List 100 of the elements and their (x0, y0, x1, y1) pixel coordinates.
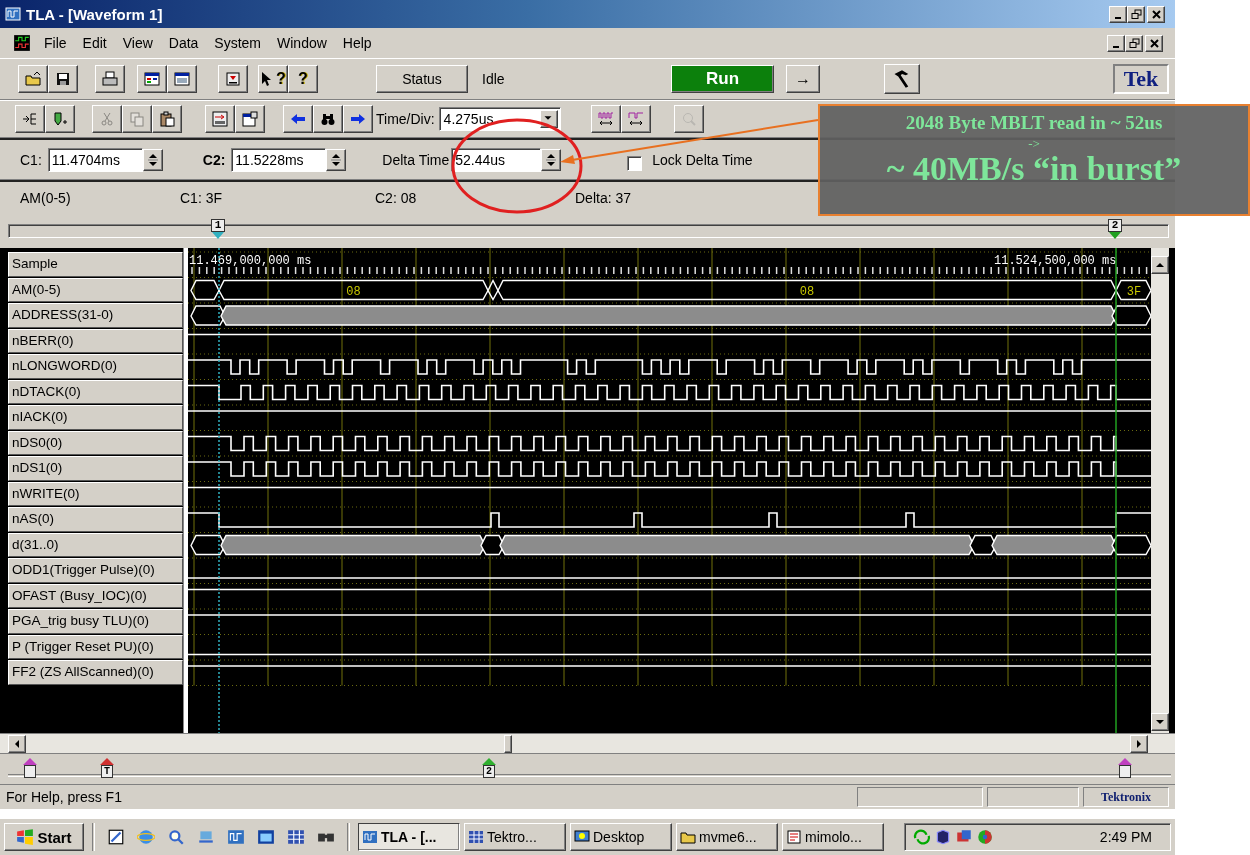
next-button[interactable] (343, 105, 373, 133)
signal-label[interactable]: nAS(0) (8, 507, 183, 532)
menu-item[interactable]: Help (334, 33, 380, 53)
minimize-button[interactable] (1107, 34, 1125, 52)
signal-label[interactable]: nDTACK(0) (8, 379, 183, 404)
signal-label[interactable]: d(31..0) (8, 532, 183, 557)
signal-label[interactable]: nDS1(0) (8, 456, 183, 481)
taskbar-button[interactable]: mimolo... (782, 823, 884, 851)
probe-icon (52, 111, 68, 127)
signal-label[interactable]: nWRITE(0) (8, 481, 183, 506)
signal-label[interactable]: AM(0-5) (8, 277, 183, 302)
previous-button[interactable] (283, 105, 313, 133)
signal-label[interactable]: PGA_trig busy TLU)(0) (8, 609, 183, 634)
menu-item[interactable]: View (114, 33, 161, 53)
annotation-text: ~ 40MB/s “in burst” (886, 150, 1182, 188)
close-button[interactable] (1145, 34, 1163, 52)
context-help-button[interactable]: ? (258, 65, 288, 93)
scroll-thumb[interactable] (504, 734, 512, 753)
print-button[interactable] (95, 65, 125, 93)
start-button[interactable]: Start (4, 823, 84, 851)
new-window-button[interactable] (167, 65, 197, 93)
scroll-up-button[interactable] (1151, 256, 1169, 274)
taskbar-button[interactable]: mvme6... (676, 823, 778, 851)
scroll-down-button[interactable] (1151, 713, 1169, 731)
readout-text: AM(0-5) (20, 190, 71, 206)
scroll-left-button[interactable] (8, 734, 26, 753)
spinner-button[interactable] (326, 148, 347, 171)
time-div-dropdown[interactable]: 4.275us (438, 107, 561, 131)
restore-button[interactable] (1127, 5, 1145, 23)
signal-label[interactable]: FF2 (ZS AllScanned)(0) (8, 660, 183, 685)
branch-icon (22, 111, 38, 127)
signal-label[interactable]: OFAST (Busy_IOC)(0) (8, 583, 183, 608)
status-button[interactable]: Status (376, 65, 468, 93)
zoom-out-button[interactable] (620, 105, 651, 133)
signal-label[interactable]: nDS0(0) (8, 430, 183, 455)
save-button[interactable] (48, 65, 78, 93)
spinner-button[interactable] (541, 148, 562, 171)
sync-icon (913, 828, 931, 846)
minimize-button[interactable] (1109, 5, 1127, 23)
marker[interactable] (1118, 758, 1132, 778)
close-button[interactable] (1147, 5, 1165, 23)
open-button[interactable] (18, 65, 48, 93)
up-down-arrows-icon (545, 151, 558, 168)
run-button[interactable]: Run (671, 65, 774, 93)
paste-button[interactable] (152, 105, 182, 133)
time-div-label: Time/Div: (376, 111, 435, 127)
signal-label[interactable]: ADDRESS(31-0) (8, 303, 183, 328)
import-button[interactable] (218, 65, 248, 93)
magnifier-icon (680, 111, 697, 127)
down-arrow-icon (1155, 717, 1165, 727)
signal-label[interactable]: nIACK(0) (8, 405, 183, 430)
desktop-icon (574, 829, 590, 845)
search-icon (167, 828, 185, 846)
step-button[interactable]: → (786, 65, 820, 93)
signal-label[interactable]: nLONGWORD(0) (8, 354, 183, 379)
help-button[interactable]: ? (288, 65, 318, 93)
time-field[interactable]: 52.44us (451, 147, 542, 172)
bus-value: 3F (1126, 284, 1142, 299)
minimize-icon (1113, 45, 1119, 48)
hammer-button[interactable] (884, 64, 920, 94)
taskbar-button[interactable]: Tektro... (464, 823, 566, 851)
checkbox-label[interactable]: Lock Delta Time (652, 151, 753, 168)
time-field[interactable]: 11.5228ms (231, 147, 327, 172)
properties-button[interactable] (235, 105, 265, 133)
menu-item[interactable]: System (206, 33, 270, 53)
checkbox[interactable] (627, 156, 643, 171)
status-text: Idle (481, 71, 506, 87)
signal-label[interactable]: nBERR(0) (8, 328, 183, 353)
scroll-right-button[interactable] (1130, 734, 1148, 753)
waveform-icon (362, 829, 378, 845)
restore-button[interactable] (1125, 34, 1143, 52)
document-icon (786, 829, 802, 845)
menu-item[interactable]: Window (269, 33, 335, 53)
signal-label[interactable]: Sample (8, 252, 183, 277)
marker[interactable] (23, 758, 37, 778)
splitter[interactable] (183, 248, 188, 733)
menu-item[interactable]: Data (160, 33, 207, 53)
clock: 2:49 PM (1099, 829, 1152, 845)
goto-button[interactable] (205, 105, 235, 133)
menu-item[interactable]: Edit (74, 33, 115, 53)
readout-text: Delta: 37 (575, 190, 632, 206)
time-field[interactable]: 11.4704ms (47, 147, 143, 172)
signal-label[interactable]: P (Trigger Reset PU)(0) (8, 634, 183, 659)
taskbar-button[interactable]: Desktop (570, 823, 672, 851)
scissors-icon (99, 111, 115, 127)
cursor-label: C1: (20, 151, 42, 168)
add-button[interactable] (45, 105, 75, 133)
right-arrow-icon (1134, 738, 1144, 749)
signal-label[interactable]: ODD1(Trigger Pulse)(0) (8, 558, 183, 583)
taskbar-button[interactable]: TLA - [... (358, 823, 460, 851)
cursor-label: C2: (202, 151, 226, 168)
window-icon (174, 71, 190, 87)
window-button[interactable] (137, 65, 167, 93)
spinner-button[interactable] (142, 148, 163, 171)
copy-icon (129, 111, 145, 127)
insert-button[interactable] (15, 105, 45, 133)
zoom-in-button[interactable] (590, 105, 621, 133)
properties-icon (242, 111, 258, 127)
menu-item[interactable]: File (36, 33, 75, 53)
find-button[interactable] (313, 105, 343, 133)
